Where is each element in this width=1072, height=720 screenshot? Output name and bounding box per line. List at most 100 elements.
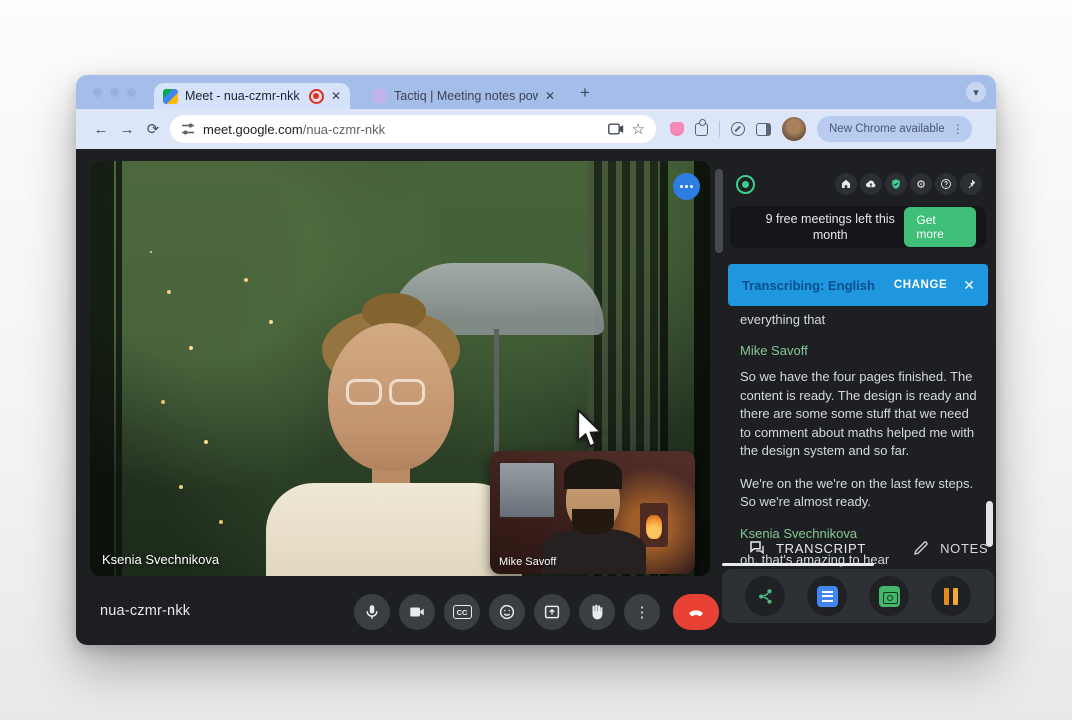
forward-button[interactable]: → [114,121,140,138]
tab-label: Meet - nua-czmr-nkk [185,89,302,103]
browser-toolbar: ← → ⟳ meet.google.com/nua-czmr-nkk ☆ [76,109,996,149]
reactions-button[interactable] [489,594,525,630]
toolbar-right-cluster: New Chrome available ⋮ [670,116,972,142]
raise-hand-button[interactable] [579,594,615,630]
pip-participant-hair [564,459,622,489]
meet-favicon [163,89,178,104]
transcribing-banner: Transcribing: English CHANGE ✕ [728,264,988,306]
help-icon[interactable] [935,173,957,195]
profile-avatar[interactable] [782,117,806,141]
tab-notes[interactable]: NOTES [912,539,988,557]
extensions-puzzle-icon[interactable] [695,123,708,136]
notes-pencil-icon [912,539,930,557]
transcript-text: So we have the four pages finished. The … [740,368,978,460]
home-icon[interactable] [835,173,857,195]
pin-icon[interactable] [960,173,982,195]
camera-button[interactable] [399,594,435,630]
transcribing-label: Transcribing: English [742,278,875,293]
extension-pink-icon[interactable] [670,122,684,136]
export-to-docs-button[interactable] [807,576,847,616]
desktop-background: Meet - nua-czmr-nkk ✕ Tactiq | Meeting n… [0,0,1072,720]
chrome-update-button[interactable]: New Chrome available ⋮ [817,116,972,142]
captions-label: CC [453,605,472,619]
tab-strip: Meet - nua-czmr-nkk ✕ Tactiq | Meeting n… [76,75,996,109]
scene-door-frame [694,161,710,576]
tactiq-favicon [373,89,387,103]
extension-compass-icon[interactable] [731,122,745,136]
end-call-button[interactable] [673,594,719,630]
tab-search-chevron-icon[interactable]: ▾ [966,82,986,102]
pip-video-tile[interactable]: Mike Savoff [490,451,695,574]
pip-participant-body [542,529,646,574]
new-tab-button[interactable]: + [580,83,590,103]
meeting-code: nua-czmr-nkk [100,603,190,619]
main-video-tile[interactable]: Ksenia Svechnikova Mike Savoff [90,161,710,576]
pause-icon [944,588,958,605]
browser-window: Meet - nua-czmr-nkk ✕ Tactiq | Meeting n… [76,75,996,645]
captions-button[interactable]: CC [444,594,480,630]
transcript-speaker: Mike Savoff [740,343,978,358]
site-info-icon[interactable] [181,122,195,136]
quota-text: 9 free meetings left this month [756,211,904,244]
meet-controls: CC [354,594,719,630]
settings-gear-icon[interactable]: ⚙ [910,173,932,195]
side-panel-icon[interactable] [756,123,771,136]
tab-media-icon[interactable] [608,122,624,136]
panel-tabs: TRANSCRIPT NOTES [720,533,996,563]
cloud-upload-icon[interactable] [860,173,882,195]
change-language-button[interactable]: CHANGE [894,279,947,291]
microphone-button[interactable] [354,594,390,630]
window-controls[interactable] [93,88,136,97]
pip-name-label: Mike Savoff [499,556,556,568]
close-tab-icon[interactable]: ✕ [331,90,341,102]
quota-card: 9 free meetings left this month Get more [730,206,986,248]
pause-transcription-button[interactable] [931,576,971,616]
close-tab-icon[interactable]: ✕ [545,90,555,102]
participant-glasses [346,379,425,405]
screenshot-camera-icon [879,586,900,607]
chrome-update-label: New Chrome available [829,123,945,135]
tactiq-actions-card [722,569,994,623]
tactiq-logo-icon [736,175,755,194]
scene-door-frame [116,161,122,576]
pip-scene-fireplace [640,503,668,547]
pip-scene-window [498,461,556,519]
share-button[interactable] [745,576,785,616]
browser-menu-icon[interactable]: ⋮ [952,122,964,136]
more-options-button[interactable]: ⋮ [624,594,660,630]
screenshot-button[interactable] [869,576,909,616]
scene-string-lights [150,251,152,253]
transcript-chat-icon [748,539,766,557]
transcript-text: We're on the we're on the last few steps… [740,475,978,512]
get-more-button[interactable]: Get more [904,207,976,247]
url-text[interactable]: meet.google.com/nua-czmr-nkk [203,122,385,137]
back-button[interactable]: ← [88,121,114,138]
tab-label: Tactiq | Meeting notes powe [394,89,538,103]
tab-meet[interactable]: Meet - nua-czmr-nkk ✕ [154,83,350,109]
participant-name-label: Ksenia Svechnikova [102,552,219,567]
privacy-shield-icon[interactable] [885,173,907,195]
participant-body [266,483,522,576]
tactiq-panel: ⚙ 9 free meetings left this month Get mo… [720,149,996,645]
tab-transcript[interactable]: TRANSCRIPT [748,539,866,557]
pip-participant-beard [572,509,614,535]
google-docs-icon [817,586,838,607]
meet-page: Ksenia Svechnikova Mike Savoff nua-czmr-… [76,149,996,645]
scene-door-frame [90,161,114,576]
toolbar-divider [719,121,720,137]
reload-button[interactable]: ⟳ [140,120,166,138]
share-icon [756,587,775,606]
bookmark-star-icon[interactable]: ☆ [632,120,645,138]
mouse-cursor [576,409,603,450]
tactiq-header: ⚙ [720,170,996,198]
chat-typing-badge[interactable] [673,173,700,200]
tab-notes-label: NOTES [940,541,988,556]
present-screen-button[interactable] [534,594,570,630]
address-bar[interactable]: meet.google.com/nua-czmr-nkk ☆ [170,115,656,143]
tactiq-header-icons: ⚙ [835,173,982,195]
banner-close-icon[interactable]: ✕ [963,277,975,294]
active-tab-indicator [722,563,874,566]
tab-tactiq[interactable]: Tactiq | Meeting notes powe ✕ [364,83,564,109]
recording-indicator-icon [309,89,324,104]
tab-transcript-label: TRANSCRIPT [776,541,866,556]
